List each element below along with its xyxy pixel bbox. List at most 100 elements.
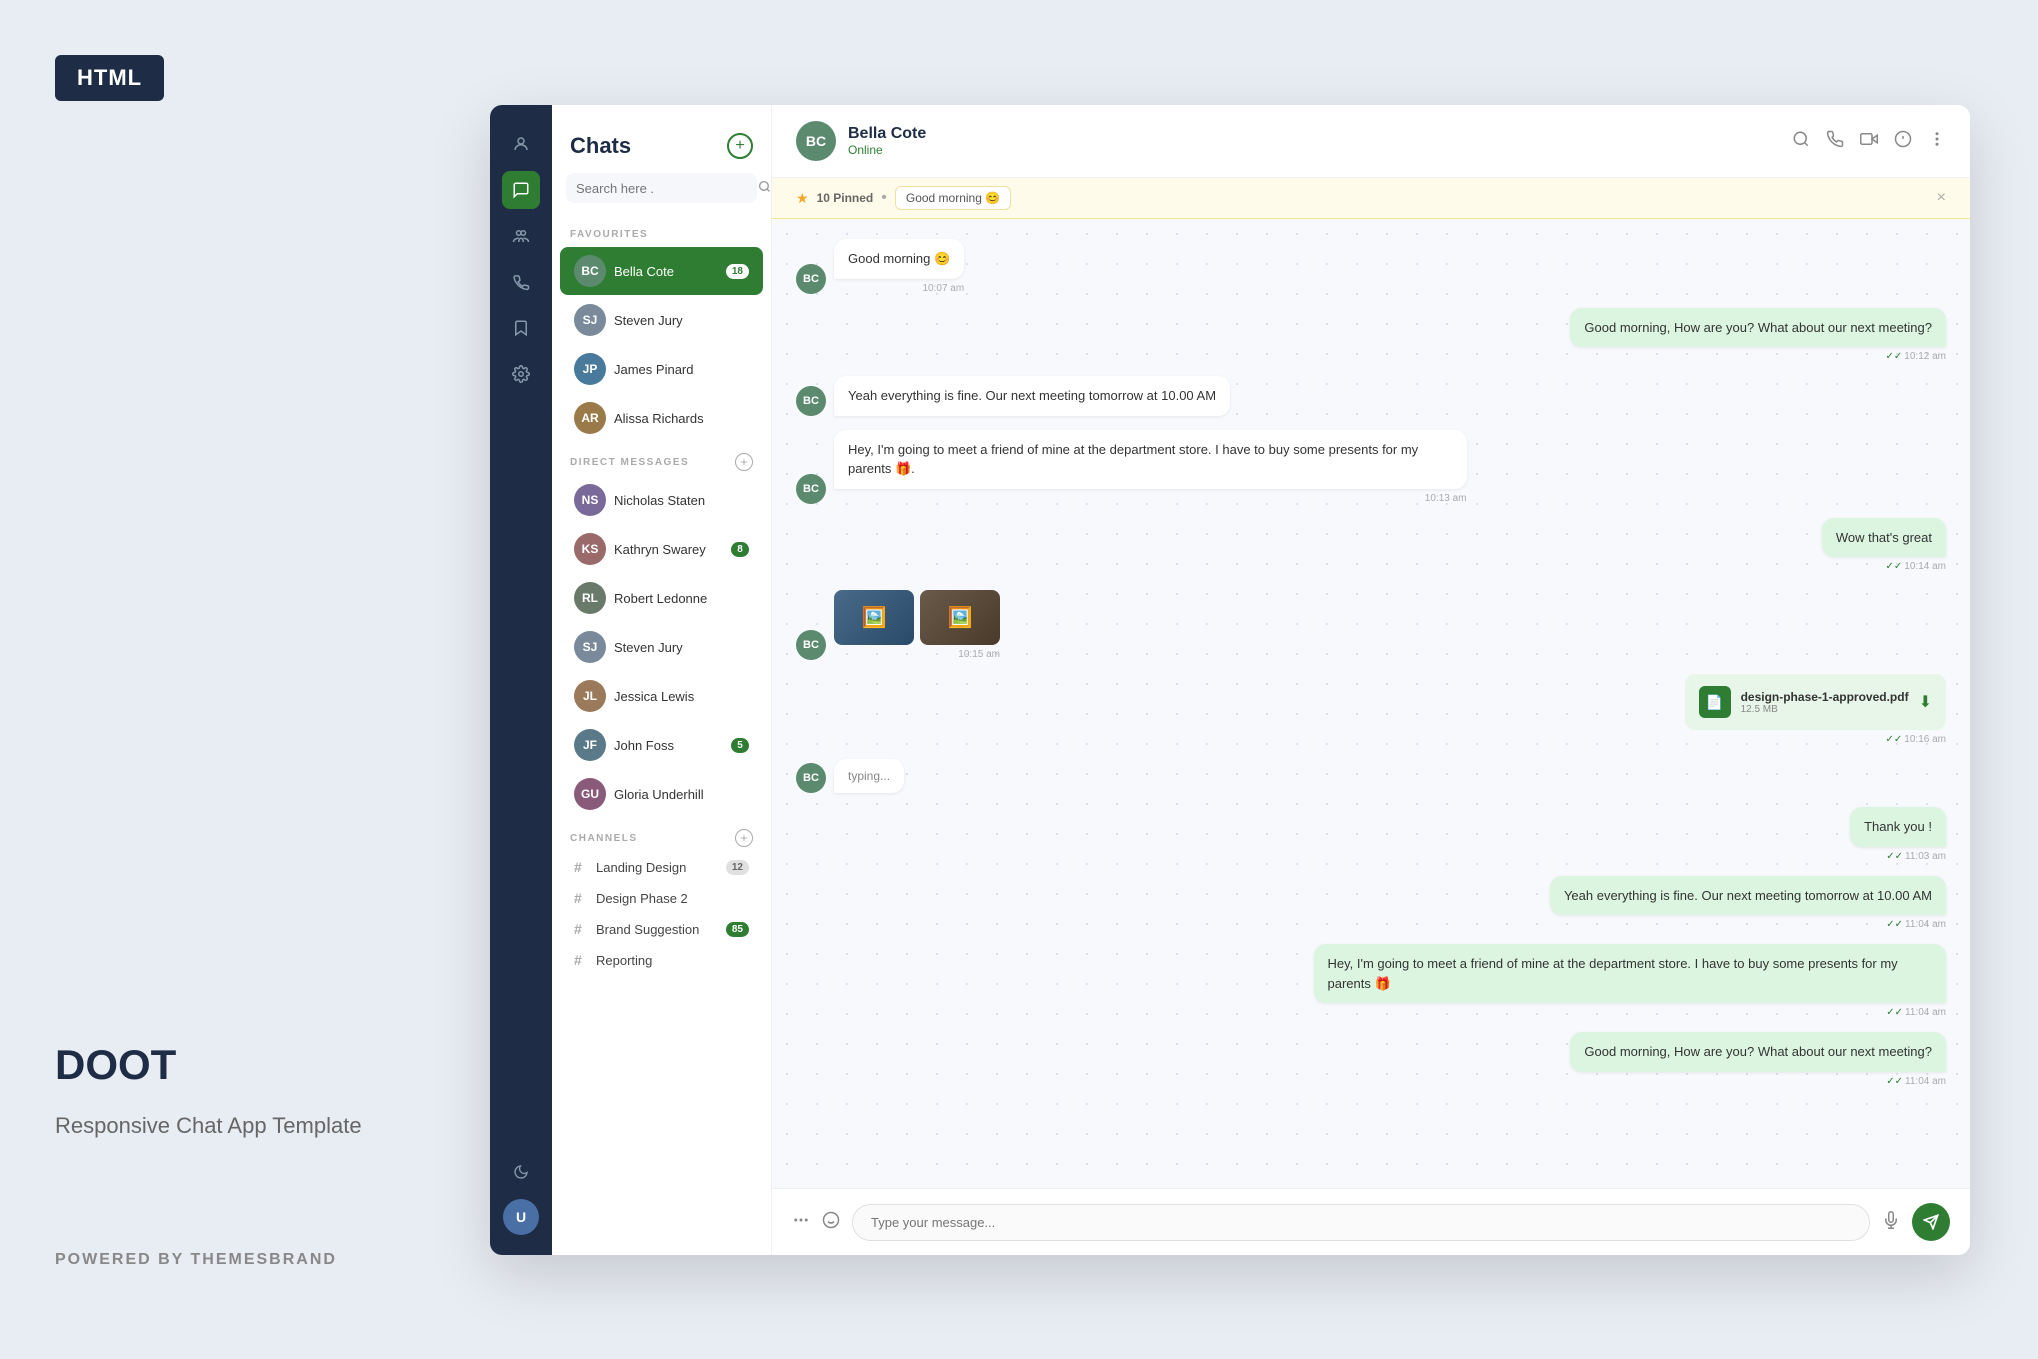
chat-avatar: AR xyxy=(574,402,606,434)
channel-item-brand-suggestion[interactable]: # Brand Suggestion 85 xyxy=(560,914,763,944)
message-bubble: Good morning, How are you? What about ou… xyxy=(1570,1032,1946,1072)
channel-hash-icon: # xyxy=(574,921,590,937)
message-image-1[interactable]: 🖼️ xyxy=(834,590,914,645)
chat-item-alissa-richards[interactable]: AR Alissa Richards xyxy=(560,394,763,442)
add-channel-button[interactable]: + xyxy=(735,829,753,847)
message-content: Yeah everything is fine. Our next meetin… xyxy=(1550,876,1946,931)
message-row: Hey, I'm going to meet a friend of mine … xyxy=(796,944,1946,1018)
channels-header: CHANNELS + xyxy=(552,819,771,851)
message-bubble: Wow that's great xyxy=(1822,518,1946,558)
dm-name: Jessica Lewis xyxy=(614,689,749,704)
message-row: BC Yeah everything is fine. Our next mee… xyxy=(796,376,1946,416)
message-row: Good morning, How are you? What about ou… xyxy=(796,1032,1946,1087)
message-avatar: BC xyxy=(796,763,826,793)
message-row: Good morning, How are you? What about ou… xyxy=(796,308,1946,363)
dm-badge: 5 xyxy=(731,738,749,753)
pinned-close-button[interactable]: × xyxy=(1937,189,1946,207)
message-bubble: Hey, I'm going to meet a friend of mine … xyxy=(834,430,1467,489)
dm-item-jessica-lewis[interactable]: JL Jessica Lewis xyxy=(560,672,763,720)
chat-item-steven-jury[interactable]: SJ Steven Jury xyxy=(560,296,763,344)
sidebar-icon-bookmark[interactable] xyxy=(502,309,540,347)
message-bubble: Thank you ! xyxy=(1850,807,1946,847)
microphone-button[interactable] xyxy=(1882,1211,1900,1234)
message-bubble: Yeah everything is fine. Our next meetin… xyxy=(834,376,1230,416)
dm-item-john-foss[interactable]: JF John Foss 5 xyxy=(560,721,763,769)
dm-avatar: SJ xyxy=(574,631,606,663)
channels-label: CHANNELS xyxy=(570,833,638,844)
sidebar-icon-phone[interactable] xyxy=(502,263,540,301)
channel-name: Reporting xyxy=(596,953,749,968)
message-row: BC typing... xyxy=(796,759,1946,793)
more-input-button[interactable] xyxy=(792,1211,810,1234)
send-button[interactable] xyxy=(1912,1203,1950,1241)
dm-avatar: JL xyxy=(574,680,606,712)
chat-contact-avatar: BC xyxy=(796,121,836,161)
message-time: 10:13 am xyxy=(834,493,1467,504)
add-direct-message-button[interactable]: + xyxy=(735,453,753,471)
chat-item-james-pinard[interactable]: JP James Pinard xyxy=(560,345,763,393)
info-button[interactable] xyxy=(1894,130,1912,153)
channel-name: Design Phase 2 xyxy=(596,891,749,906)
message-time: ✓✓11:04 am xyxy=(1314,1007,1947,1018)
powered-by: POWERED BY THEMESBRAND xyxy=(55,1251,337,1269)
message-input[interactable] xyxy=(852,1204,1870,1241)
dm-avatar: JF xyxy=(574,729,606,761)
sidebar-icon-profile[interactable] xyxy=(502,125,540,163)
pinned-preview[interactable]: Good morning 😊 xyxy=(895,186,1011,210)
message-time: ✓✓10:16 am xyxy=(1685,734,1946,745)
channel-hash-icon: # xyxy=(574,890,590,906)
message-content: typing... xyxy=(834,759,904,793)
message-row: Wow that's great ✓✓10:14 am xyxy=(796,518,1946,573)
message-image-2[interactable]: 🖼️ xyxy=(920,590,1000,645)
pinned-bar: ★ 10 Pinned • Good morning 😊 × xyxy=(772,178,1970,219)
dm-item-nicholas-staten[interactable]: NS Nicholas Staten xyxy=(560,476,763,524)
chat-header-actions xyxy=(1792,130,1946,153)
file-download-button[interactable]: ⬇ xyxy=(1919,692,1932,712)
message-bubble: Good morning 😊 xyxy=(834,239,964,279)
dm-item-steven-jury[interactable]: SJ Steven Jury xyxy=(560,623,763,671)
chat-header-info: Bella Cote Online xyxy=(848,125,1780,157)
chat-list-panel: Chats + FAVOURITES BC Bella Cote 18 SJ S… xyxy=(552,105,772,1255)
message-content: Good morning, How are you? What about ou… xyxy=(1570,1032,1946,1087)
search-chat-button[interactable] xyxy=(1792,130,1810,153)
channel-item-reporting[interactable]: # Reporting xyxy=(560,945,763,975)
dm-avatar: GU xyxy=(574,778,606,810)
sidebar-icon-settings[interactable] xyxy=(502,355,540,393)
message-content: Thank you ! ✓✓11:03 am xyxy=(1850,807,1946,862)
video-button[interactable] xyxy=(1860,130,1878,153)
sidebar-icon-group[interactable] xyxy=(502,217,540,255)
more-options-button[interactable] xyxy=(1928,130,1946,153)
chat-name: James Pinard xyxy=(614,362,749,377)
dm-item-robert-ledonne[interactable]: RL Robert Ledonne xyxy=(560,574,763,622)
message-row: BC Hey, I'm going to meet a friend of mi… xyxy=(796,430,1946,504)
message-row: Yeah everything is fine. Our next meetin… xyxy=(796,876,1946,931)
file-icon: 📄 xyxy=(1699,686,1731,718)
channel-item-landing-design[interactable]: # Landing Design 12 xyxy=(560,852,763,882)
message-avatar: BC xyxy=(796,264,826,294)
user-avatar[interactable]: U xyxy=(503,1199,539,1235)
chat-item-bella-cote[interactable]: BC Bella Cote 18 xyxy=(560,247,763,295)
pinned-count: 10 Pinned xyxy=(817,191,874,205)
new-chat-button[interactable]: + xyxy=(727,133,753,159)
message-images: 🖼️ 🖼️ xyxy=(834,590,1000,645)
channel-item-design-phase-2[interactable]: # Design Phase 2 xyxy=(560,883,763,913)
message-time: 10:07 am xyxy=(834,283,964,294)
file-name: design-phase-1-approved.pdf xyxy=(1741,690,1909,704)
chat-contact-name: Bella Cote xyxy=(848,125,1780,143)
message-content: Good morning 😊 10:07 am xyxy=(834,239,964,294)
sidebar-icon-chat[interactable] xyxy=(502,171,540,209)
chat-contact-status: Online xyxy=(848,143,1780,157)
sidebar-icon-moon[interactable] xyxy=(502,1153,540,1191)
call-button[interactable] xyxy=(1826,130,1844,153)
chat-name: Steven Jury xyxy=(614,313,749,328)
direct-messages-list: NS Nicholas Staten KS Kathryn Swarey 8 R… xyxy=(552,476,771,818)
search-icon xyxy=(758,180,771,196)
dm-item-kathryn-swarey[interactable]: KS Kathryn Swarey 8 xyxy=(560,525,763,573)
search-input[interactable] xyxy=(576,181,752,196)
dm-name: Nicholas Staten xyxy=(614,493,749,508)
chat-badge: 18 xyxy=(726,264,749,279)
emoji-button[interactable] xyxy=(822,1211,840,1234)
file-info: design-phase-1-approved.pdf 12.5 MB xyxy=(1741,690,1909,715)
message-avatar: BC xyxy=(796,474,826,504)
dm-item-gloria-underhill[interactable]: GU Gloria Underhill xyxy=(560,770,763,818)
